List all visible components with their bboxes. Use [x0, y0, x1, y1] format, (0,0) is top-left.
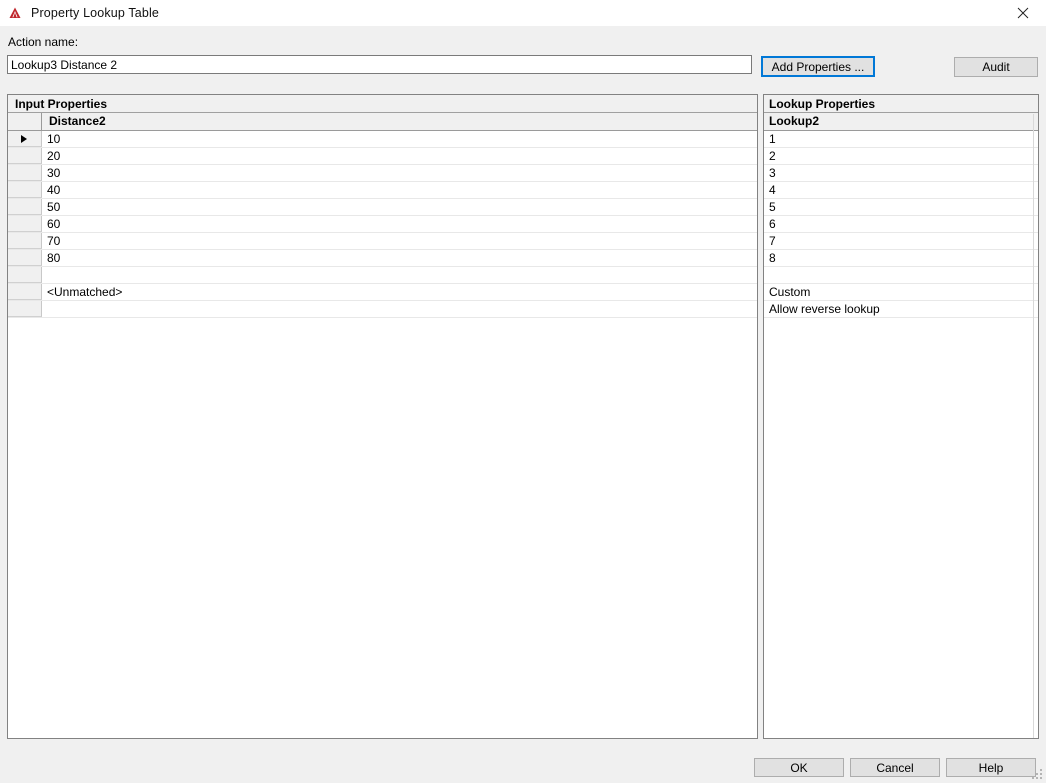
input-value-cell[interactable]: 20 [42, 148, 757, 164]
input-value-cell[interactable]: 60 [42, 216, 757, 232]
table-row[interactable]: Custom [764, 284, 1038, 301]
input-properties-grid[interactable]: Distance2 10 20 30 40 50 60 70 80 <Unmatched> [8, 113, 757, 318]
row-selector-cell[interactable] [8, 199, 42, 215]
audit-button[interactable]: Audit [954, 57, 1038, 77]
table-row[interactable]: 3 [764, 165, 1038, 182]
lookup-value-cell[interactable]: 4 [764, 182, 1038, 198]
lookup-column-header[interactable]: Lookup2 [764, 113, 1038, 130]
lookup-value-cell[interactable]: 6 [764, 216, 1038, 232]
row-selector-cell[interactable] [8, 233, 42, 249]
lookup-value-cell[interactable]: 8 [764, 250, 1038, 266]
lookup-properties-grid[interactable]: Lookup2 1 2 3 4 5 6 7 8 Custom Allow reverse look… [764, 113, 1038, 318]
add-properties-button[interactable]: Add Properties ... [761, 56, 875, 77]
input-properties-panel: Input Properties Distance2 10 20 30 40 50 60 7… [7, 94, 758, 739]
input-value-cell[interactable]: 80 [42, 250, 757, 266]
title-bar: Property Lookup Table [0, 0, 1046, 26]
close-icon[interactable] [1000, 0, 1046, 26]
row-selector-cell[interactable] [8, 182, 42, 198]
input-value-cell[interactable]: 50 [42, 199, 757, 215]
table-row[interactable]: 40 [8, 182, 757, 199]
lookup-value-cell[interactable]: Allow reverse lookup [764, 301, 1038, 317]
row-selector-cell[interactable] [8, 216, 42, 232]
input-properties-title: Input Properties [8, 95, 757, 113]
row-selector-cell[interactable] [8, 148, 42, 164]
table-row[interactable]: 7 [764, 233, 1038, 250]
help-button[interactable]: Help [946, 758, 1036, 777]
table-row[interactable]: Allow reverse lookup [764, 301, 1038, 318]
input-value-cell[interactable]: <Unmatched> [42, 284, 757, 300]
lookup-value-cell[interactable] [764, 267, 1038, 283]
lookup-properties-panel: Lookup Properties Lookup2 1 2 3 4 5 6 7 8 Custom… [763, 94, 1039, 739]
table-row[interactable] [764, 267, 1038, 284]
window-title: Property Lookup Table [31, 6, 160, 20]
table-row[interactable]: 8 [764, 250, 1038, 267]
lookup-value-cell[interactable]: 1 [764, 131, 1038, 147]
table-row[interactable] [8, 267, 757, 284]
row-selector-cell[interactable] [8, 301, 42, 317]
row-selector-header-cell [8, 113, 42, 130]
input-column-header[interactable]: Distance2 [42, 113, 757, 130]
input-value-cell[interactable]: 40 [42, 182, 757, 198]
ok-button[interactable]: OK [754, 758, 844, 777]
table-row[interactable]: 4 [764, 182, 1038, 199]
lookup-value-cell[interactable]: 3 [764, 165, 1038, 181]
input-value-cell[interactable] [42, 301, 757, 317]
table-row[interactable] [8, 301, 757, 318]
lookup-value-cell[interactable]: 7 [764, 233, 1038, 249]
autocad-triangle-icon [7, 5, 23, 21]
input-value-cell[interactable]: 30 [42, 165, 757, 181]
lookup-value-cell[interactable]: 2 [764, 148, 1038, 164]
row-selector-cell[interactable] [8, 250, 42, 266]
table-row[interactable]: 5 [764, 199, 1038, 216]
lookup-value-cell[interactable]: 5 [764, 199, 1038, 215]
table-row[interactable]: 10 [8, 131, 757, 148]
table-row[interactable]: 6 [764, 216, 1038, 233]
input-value-cell[interactable]: 70 [42, 233, 757, 249]
table-row[interactable]: 20 [8, 148, 757, 165]
row-selector-cell[interactable] [8, 284, 42, 300]
lookup-grid-right-rule [1033, 114, 1034, 738]
table-row[interactable]: 60 [8, 216, 757, 233]
resize-grip-icon[interactable] [1032, 769, 1044, 781]
action-name-label: Action name: [8, 35, 79, 49]
row-selector-cell[interactable] [8, 131, 42, 147]
input-value-cell[interactable]: 10 [42, 131, 757, 147]
lookup-grid-header-row: Lookup2 [764, 113, 1038, 131]
table-row[interactable]: 70 [8, 233, 757, 250]
table-row[interactable]: 30 [8, 165, 757, 182]
lookup-value-cell[interactable]: Custom [764, 284, 1038, 300]
row-selector-cell[interactable] [8, 165, 42, 181]
input-grid-header-row: Distance2 [8, 113, 757, 131]
table-row[interactable]: 2 [764, 148, 1038, 165]
input-value-cell[interactable] [42, 267, 757, 283]
current-row-caret-icon [21, 135, 27, 143]
table-row[interactable]: 80 [8, 250, 757, 267]
cancel-button[interactable]: Cancel [850, 758, 940, 777]
lookup-properties-title: Lookup Properties [764, 95, 1038, 113]
row-selector-cell[interactable] [8, 267, 42, 283]
action-name-input[interactable] [7, 55, 752, 74]
table-row[interactable]: 1 [764, 131, 1038, 148]
table-row[interactable]: 50 [8, 199, 757, 216]
table-row[interactable]: <Unmatched> [8, 284, 757, 301]
